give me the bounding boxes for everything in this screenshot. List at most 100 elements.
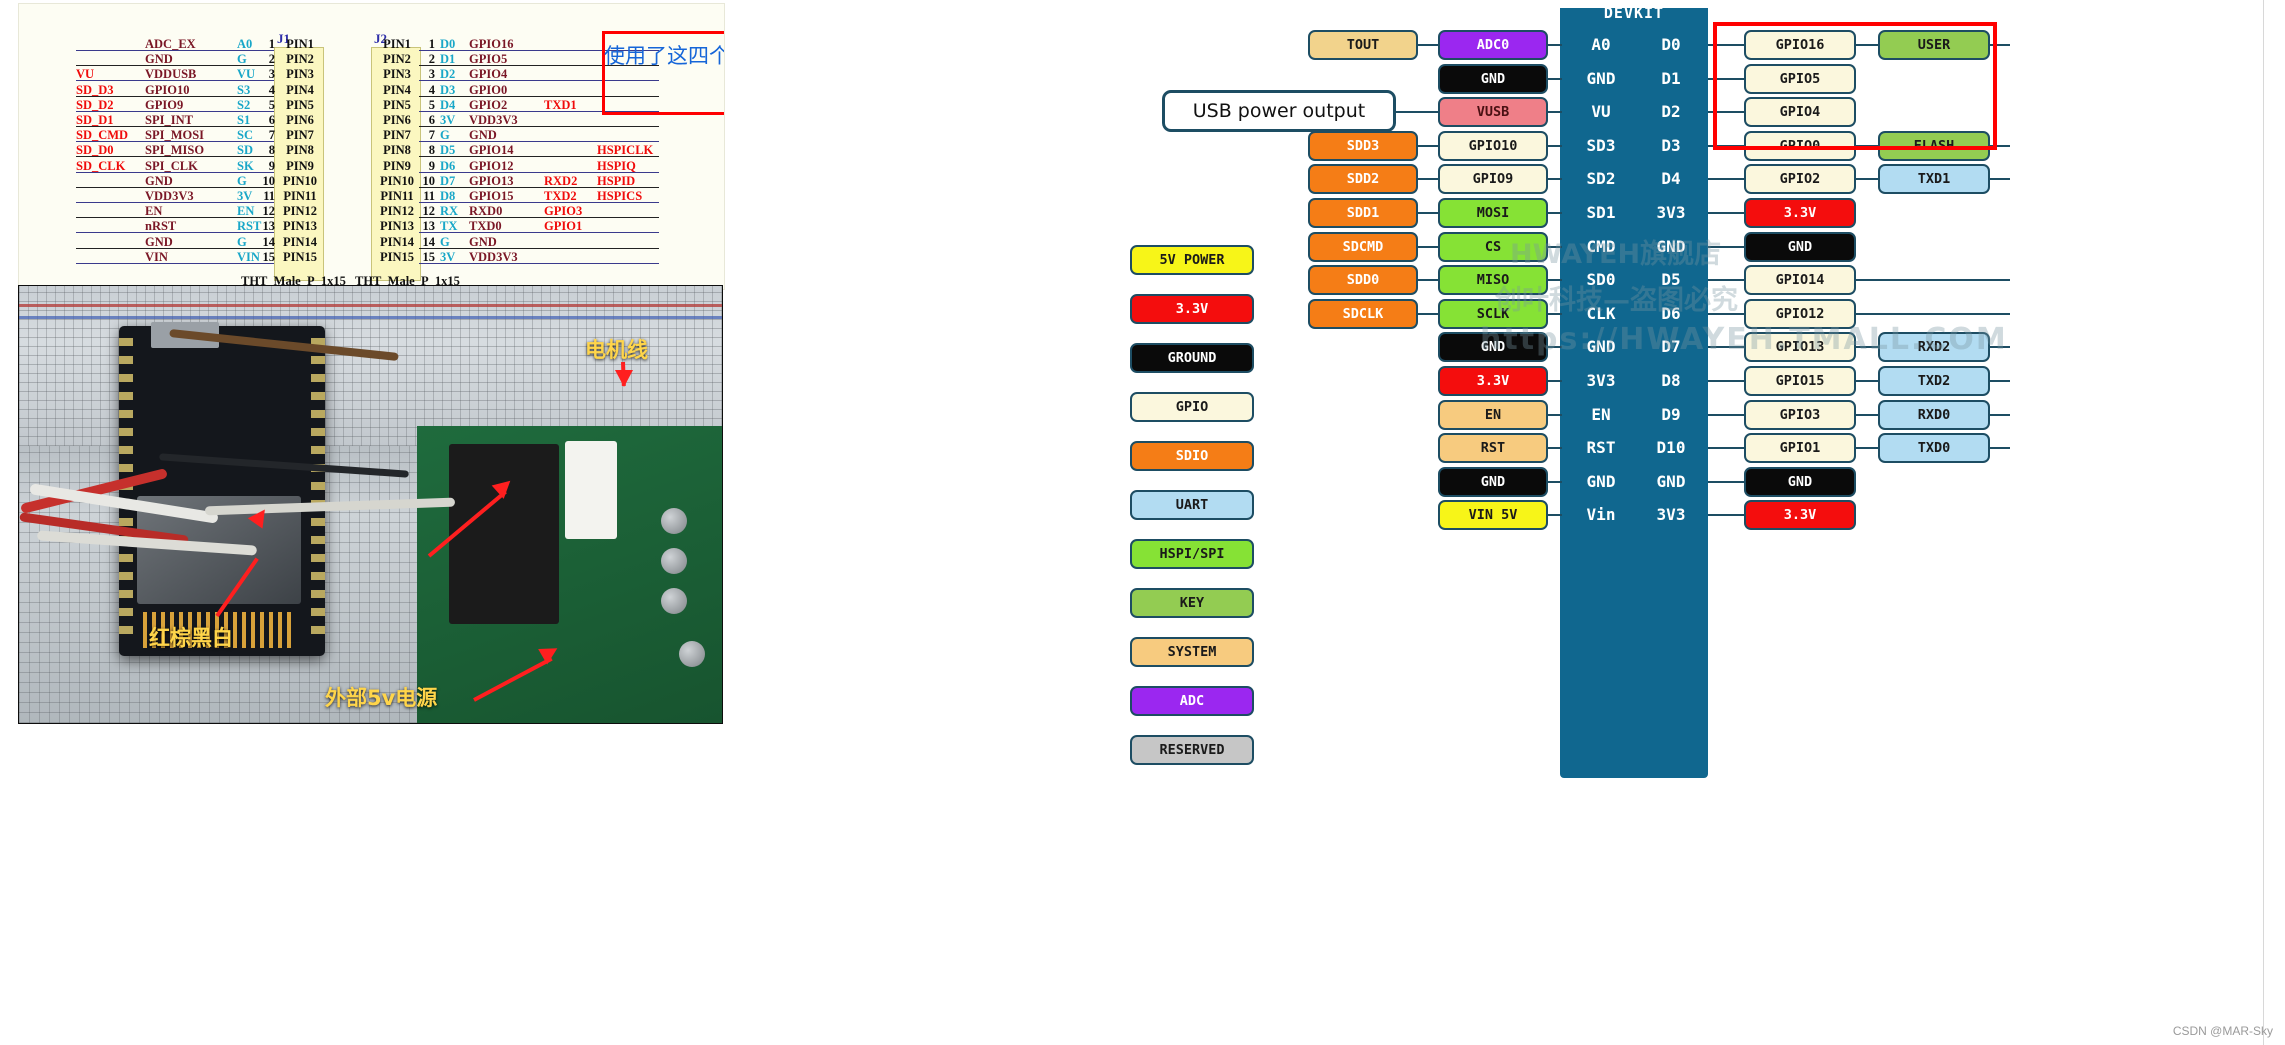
legend-item-uart: UART [1130,490,1254,520]
schematic-net-line [76,50,274,51]
devkit-function-chip: GPIO2 [1744,164,1856,195]
devkit-left-pin-label: CMD [1586,236,1616,256]
connector-lead [1418,279,1440,282]
motor-connector [565,441,617,539]
schematic-net-line [76,262,274,264]
schematic-net-line [419,126,659,127]
connector-lead [1548,413,1562,416]
connector-lead [1418,245,1440,248]
devkit-function-chip: VIN 5V [1438,500,1548,531]
schematic-net-line [76,156,274,158]
devkit-left-pin-label: SD3 [1586,135,1616,155]
connector-pin-label: PIN3 [286,67,314,82]
schematic-net-line [419,156,659,158]
schematic-net-line [76,186,274,188]
connector-lead [1990,346,2010,349]
connector-lead [1548,44,1562,46]
devkit-right-pin-label: D1 [1661,68,1681,88]
connector-pin-label: PIN13 [282,219,318,234]
connector-pin-label: PIN1 [383,37,411,51]
devkit-function-chip: GPIO14 [1744,265,1856,296]
devkit-left-pin-label: Vin [1586,505,1616,525]
devkit-function-chip: GPIO10 [1438,130,1548,161]
connector-lead [1418,212,1440,214]
connector-lead [1856,312,2010,315]
connector-pin-label: PIN15 [379,249,415,264]
connector-pin-label: PIN11 [380,189,414,203]
esp8266-schematic-figure: J1 J2 ADC_EX A0 1 GND G 2 VU VDDUSB VU 3 SD_D3 GPIO… [18,3,725,290]
devkit-function-chip: GPIO1 [1744,433,1856,464]
connector-lead [1418,144,1440,147]
connector-lead [1548,111,1562,114]
devkit-right-pin-label: D4 [1661,169,1681,189]
schematic-net-line [76,80,274,82]
legend-item-gpio: GPIO [1130,392,1254,422]
devkit-function-chip: GND [1438,466,1548,497]
connector-lead [1708,279,1744,282]
connector-pin-label: PIN12 [379,204,415,219]
schematic-net-line [419,262,659,264]
devkit-left-pin-label: CLK [1586,303,1616,323]
connector-pin-label: PIN5 [286,97,314,112]
devkit-title: DEVKIT [1603,4,1665,22]
connector-lead [1990,178,2010,181]
devkit-right-pin-label: D10 [1656,438,1686,458]
connector-lead [1418,44,1440,46]
legend-item-reserved: RESERVED [1130,735,1254,765]
connector-pin-label: PIN9 [383,158,411,173]
devkit-right-pin-label: D7 [1661,337,1681,357]
connector-lead [1548,312,1562,315]
connector-lead [1708,178,1744,181]
schematic-net-line [76,65,274,67]
devkit-function-chip: SCLK [1438,298,1548,329]
connector-pin-label: PIN6 [286,113,314,127]
devkit-highlight-box [1713,22,1997,150]
schematic-net-line [419,232,659,234]
connector-pin-label: PIN10 [282,173,318,188]
devkit-function-chip: 3.3V [1744,500,1856,531]
devkit-left-pin-label: SD2 [1586,169,1616,189]
connector-pin-label: PIN14 [379,234,415,249]
connector-lead [1548,447,1562,450]
devkit-function-chip: CS [1438,231,1548,262]
connector-lead [1708,514,1744,517]
devkit-left-pin-label: EN [1591,404,1611,424]
connector-pin-label: PIN10 [379,173,415,188]
legend-item-5v-power: 5V POWER [1130,245,1254,275]
connector-lead [1856,178,1878,181]
power-rail-blue [19,316,722,319]
devkit-left-pin-label: SD0 [1586,270,1616,290]
devkit-function-chip: VUSB [1438,97,1548,128]
connector-lead [1548,480,1562,483]
connector-pin-label: PIN13 [379,219,415,234]
breadboard-photo: 电机线 红棕黑白 外部5v电源 [18,285,723,724]
connector-pin-label: PIN5 [383,97,411,112]
devkit-right-pin-label: 3V3 [1656,505,1686,525]
devkit-function-chip: GPIO13 [1744,332,1856,363]
legend-item-sdio: SDIO [1130,441,1254,471]
devkit-right-pin-label: GND [1656,236,1686,256]
connector-lead [1548,77,1562,80]
devkit-function-chip: GND [1438,332,1548,363]
connector-pin-label: PIN14 [282,234,318,249]
connector-lead [1548,144,1562,147]
devkit-left-pin-label: GND [1586,471,1616,491]
devkit-peripheral-chip: TXD1 [1878,164,1990,195]
devkit-right-pin-label: D9 [1661,404,1681,424]
connector-pin-label: PIN9 [286,158,314,173]
board-header-right [311,338,325,644]
connector-lead [1418,178,1440,181]
board-header-left [119,338,133,644]
connector-lead [1990,447,2010,450]
devkit-peripheral-chip: TXD2 [1878,366,1990,396]
devkit-right-pin-label: D3 [1661,135,1681,155]
connector-pin-label: PIN4 [286,82,314,97]
legend-item-3-3v: 3.3V [1130,294,1254,324]
devkit-function-chip: 3.3V [1744,198,1856,228]
uln2003-ic [449,444,559,624]
schematic-chinese-annotation: 使用了这四个 [604,44,725,68]
devkit-function-chip: GPIO3 [1744,399,1856,430]
connector-lead [1708,447,1744,450]
connector-pin-label: PIN8 [286,143,314,158]
devkit-left-pin-label: GND [1586,337,1616,357]
